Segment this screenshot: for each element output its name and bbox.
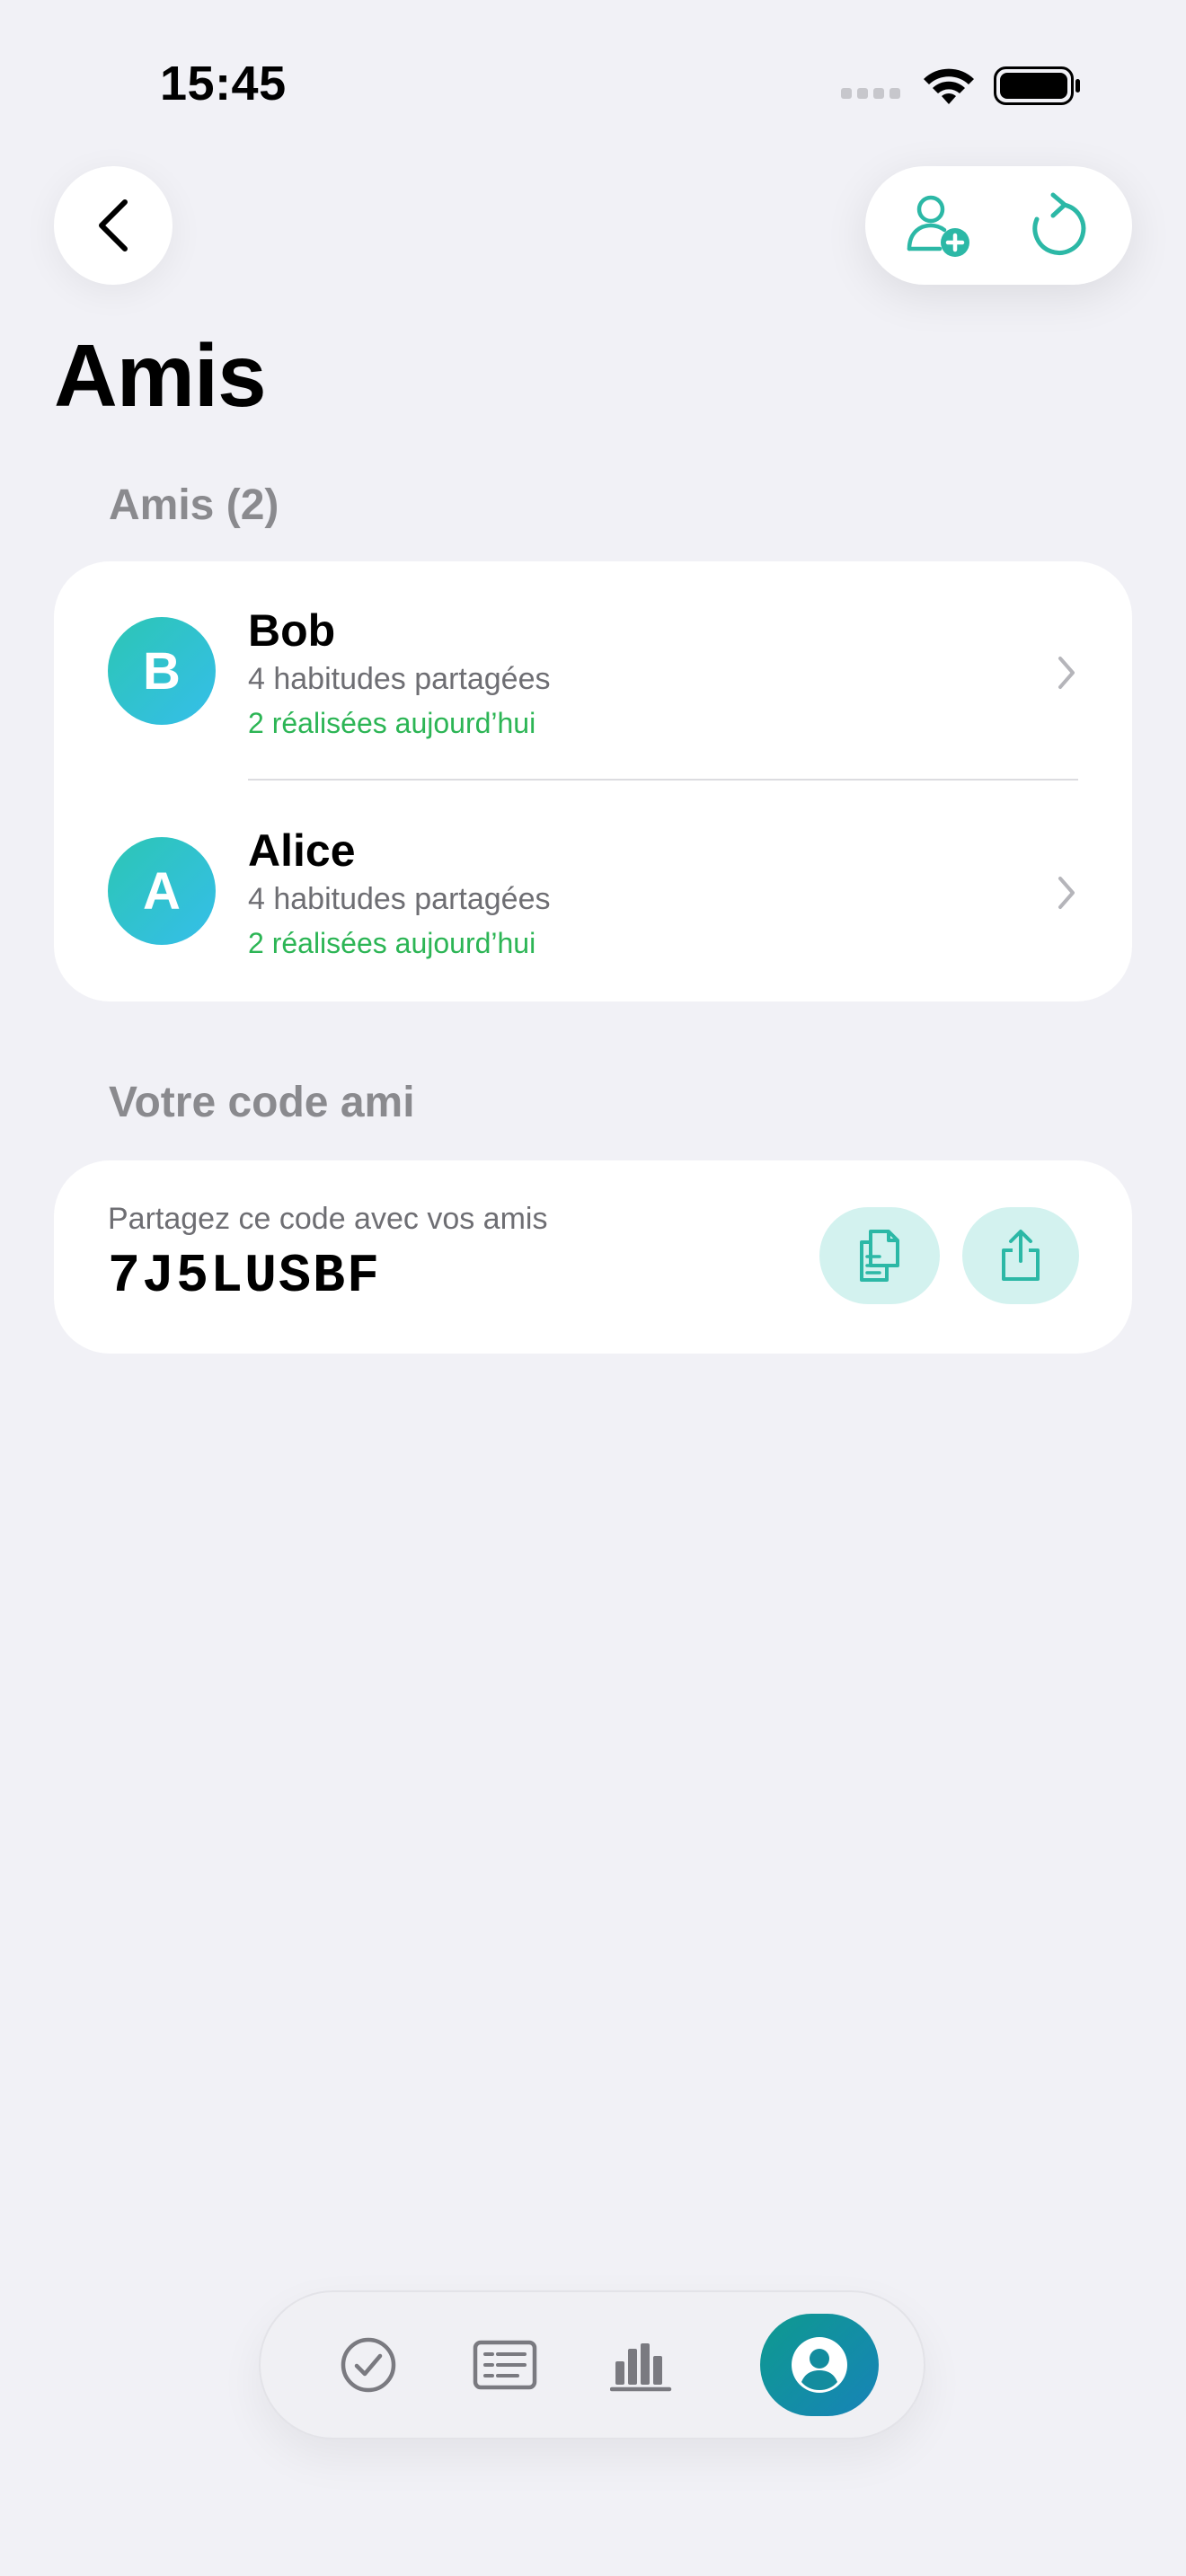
friend-code-value: 7J5LUSBF	[108, 1247, 382, 1308]
tab-habits[interactable]	[309, 2314, 428, 2416]
profile-icon	[792, 2337, 847, 2393]
cellular-signal-icon	[841, 88, 900, 99]
row-divider	[248, 779, 1078, 781]
chevron-right-icon	[1058, 657, 1075, 689]
tab-profile[interactable]	[760, 2314, 879, 2416]
add-friend-button[interactable]	[890, 176, 989, 275]
copy-icon	[860, 1230, 899, 1282]
friend-name: Alice	[248, 825, 356, 876]
friends-list: B Bob 4 habitudes partagées 2 réalisées …	[54, 561, 1132, 1001]
share-code-button[interactable]	[962, 1207, 1079, 1304]
checkmark-circle-icon	[341, 2337, 396, 2393]
list-icon	[473, 2340, 537, 2390]
chevron-right-icon	[1058, 877, 1075, 909]
friend-shared-habits: 4 habitudes partagées	[248, 662, 551, 696]
friend-shared-habits: 4 habitudes partagées	[248, 882, 551, 916]
friend-row-alice[interactable]: A Alice 4 habitudes partagées 2 réalisée…	[54, 781, 1132, 1001]
friend-code-card: Partagez ce code avec vos amis 7J5LUSBF	[54, 1160, 1132, 1354]
friend-done-today: 2 réalisées aujourd’hui	[248, 927, 536, 959]
friends-section-header: Amis (2)	[109, 481, 279, 529]
tab-stats[interactable]	[582, 2314, 701, 2416]
chevron-left-icon	[99, 199, 128, 251]
share-icon	[1002, 1230, 1040, 1281]
avatar: A	[108, 837, 216, 945]
status-icons	[841, 66, 1080, 105]
back-button[interactable]	[54, 166, 173, 285]
person-add-icon	[907, 195, 970, 257]
friend-code-caption: Partagez ce code avec vos amis	[108, 1202, 548, 1236]
tab-bar	[259, 2290, 925, 2439]
refresh-icon	[1032, 192, 1086, 255]
status-time: 15:45	[160, 57, 287, 110]
refresh-button[interactable]	[1008, 176, 1107, 275]
nav-actions	[865, 166, 1132, 285]
friend-code-section-header: Votre code ami	[109, 1079, 415, 1126]
battery-icon	[994, 66, 1080, 105]
tab-list[interactable]	[446, 2314, 564, 2416]
bar-chart-icon	[610, 2343, 672, 2392]
avatar: B	[108, 617, 216, 725]
friend-name: Bob	[248, 605, 336, 656]
page-title: Amis	[54, 326, 267, 425]
friend-row-bob[interactable]: B Bob 4 habitudes partagées 2 réalisées …	[54, 561, 1132, 781]
wifi-icon	[924, 68, 974, 104]
friend-done-today: 2 réalisées aujourd’hui	[248, 707, 536, 739]
copy-code-button[interactable]	[819, 1207, 940, 1304]
